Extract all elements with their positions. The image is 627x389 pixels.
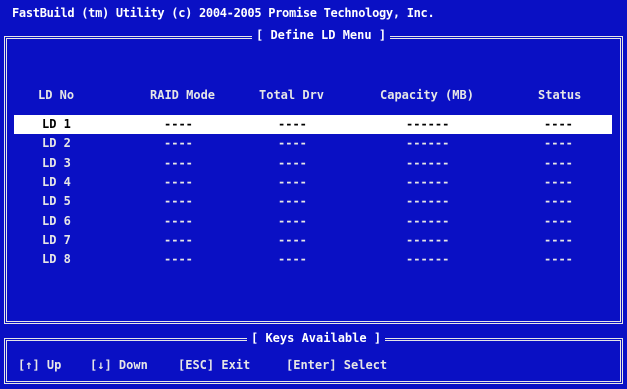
ld-number: LD 7	[42, 233, 71, 247]
key-down-hint[interactable]: [↓] Down	[90, 358, 148, 372]
raid-mode-value: ----	[164, 175, 193, 189]
capacity-value: ------	[406, 214, 450, 228]
ld-row[interactable]: LD 2 ---- ---- ------ ----	[14, 134, 612, 153]
ld-number: LD 2	[42, 136, 71, 150]
status-value: ----	[544, 117, 573, 131]
ld-row[interactable]: LD 7 ---- ---- ------ ----	[14, 231, 612, 250]
raid-mode-value: ----	[164, 233, 193, 247]
status-value: ----	[544, 194, 573, 208]
total-drv-value: ----	[278, 117, 307, 131]
raid-mode-value: ----	[164, 156, 193, 170]
status-value: ----	[544, 156, 573, 170]
total-drv-value: ----	[278, 175, 307, 189]
ld-row[interactable]: LD 3 ---- ---- ------ ----	[14, 154, 612, 173]
ld-number: LD 4	[42, 175, 71, 189]
total-drv-value: ----	[278, 233, 307, 247]
column-header-total-drv: Total Drv	[259, 88, 325, 102]
capacity-value: ------	[406, 175, 450, 189]
ld-number: LD 1	[42, 117, 71, 131]
capacity-value: ------	[406, 252, 450, 266]
raid-mode-value: ----	[164, 252, 193, 266]
column-header-status: Status	[538, 88, 582, 102]
total-drv-value: ----	[278, 252, 307, 266]
ld-number: LD 8	[42, 252, 71, 266]
menu-caption: [ Define LD Menu ]	[252, 29, 391, 41]
capacity-value: ------	[406, 233, 450, 247]
capacity-value: ------	[406, 117, 450, 131]
status-value: ----	[544, 175, 573, 189]
ld-row[interactable]: LD 5 ---- ---- ------ ----	[14, 192, 612, 211]
total-drv-value: ----	[278, 214, 307, 228]
ld-number: LD 3	[42, 156, 71, 170]
utility-title: FastBuild (tm) Utility (c) 2004-2005 Pro…	[12, 6, 435, 20]
ld-number: LD 5	[42, 194, 71, 208]
key-up-hint[interactable]: [↑] Up	[18, 358, 61, 372]
total-drv-value: ----	[278, 136, 307, 150]
column-header-capacity: Capacity (MB)	[380, 88, 474, 102]
ld-row[interactable]: LD 8 ---- ---- ------ ----	[14, 250, 612, 269]
column-header-ld-no: LD No	[38, 88, 75, 102]
status-value: ----	[544, 214, 573, 228]
capacity-value: ------	[406, 156, 450, 170]
ld-row[interactable]: LD 4 ---- ---- ------ ----	[14, 173, 612, 192]
bios-screen: FastBuild (tm) Utility (c) 2004-2005 Pro…	[0, 0, 627, 389]
raid-mode-value: ----	[164, 214, 193, 228]
status-value: ----	[544, 136, 573, 150]
key-select-hint[interactable]: [Enter] Select	[286, 358, 387, 372]
status-value: ----	[544, 252, 573, 266]
column-header-raid-mode: RAID Mode	[150, 88, 216, 102]
total-drv-value: ----	[278, 194, 307, 208]
raid-mode-value: ----	[164, 117, 193, 131]
ld-row[interactable]: LD 1 ---- ---- ------ ----	[14, 115, 612, 134]
ld-row[interactable]: LD 6 ---- ---- ------ ----	[14, 212, 612, 231]
keys-caption: [ Keys Available ]	[247, 332, 386, 344]
ld-number: LD 6	[42, 214, 71, 228]
raid-mode-value: ----	[164, 194, 193, 208]
key-exit-hint[interactable]: [ESC] Exit	[178, 358, 250, 372]
capacity-value: ------	[406, 136, 450, 150]
raid-mode-value: ----	[164, 136, 193, 150]
status-value: ----	[544, 233, 573, 247]
capacity-value: ------	[406, 194, 450, 208]
total-drv-value: ----	[278, 156, 307, 170]
